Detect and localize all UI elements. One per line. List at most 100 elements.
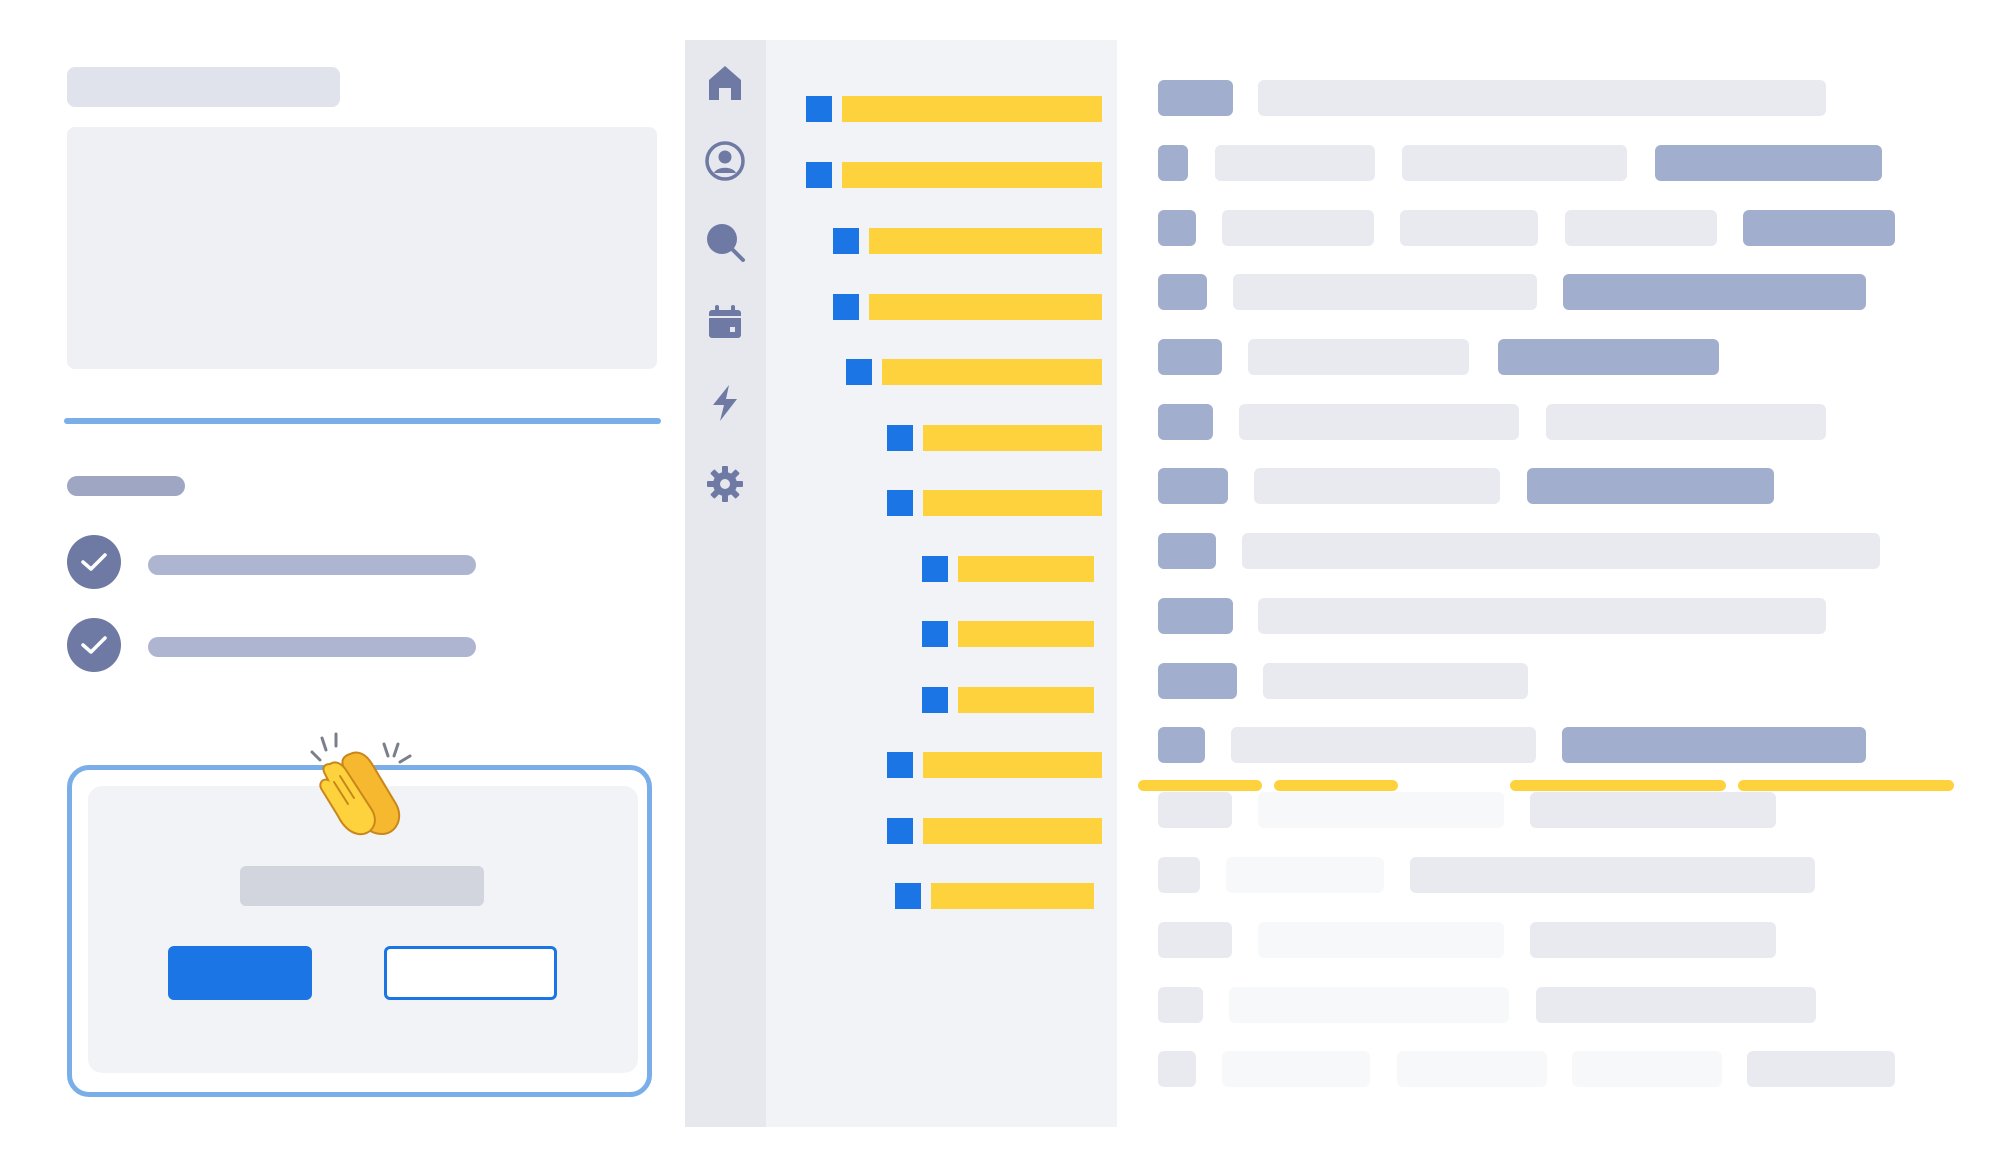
tree-node-icon[interactable] [895, 883, 921, 909]
highlight-bar [1274, 780, 1398, 791]
tree-node-icon[interactable] [922, 687, 948, 713]
table-cell-placeholder [1229, 987, 1509, 1023]
tree-node-label[interactable] [958, 556, 1094, 582]
home-icon[interactable] [700, 57, 750, 107]
illustration-canvas [0, 0, 2000, 1160]
tree-node-label[interactable] [923, 425, 1102, 451]
table-row-key-placeholder [1158, 792, 1232, 828]
check-icon[interactable] [67, 618, 121, 672]
tree-node-icon[interactable] [806, 96, 832, 122]
tree-node-icon[interactable] [833, 294, 859, 320]
table-cell-placeholder [1242, 533, 1880, 569]
table-cell-placeholder [1215, 145, 1375, 181]
table-row-key-placeholder [1158, 210, 1196, 246]
table-cell-placeholder [1233, 274, 1537, 310]
tree-node-icon[interactable] [887, 490, 913, 516]
gear-icon[interactable] [700, 459, 750, 509]
tree-node-label[interactable] [869, 294, 1102, 320]
highlight-bar [1138, 780, 1262, 791]
table-cell-placeholder [1248, 339, 1469, 375]
table-cell-placeholder [1222, 210, 1374, 246]
tree-node-icon[interactable] [846, 359, 872, 385]
tree-node-icon[interactable] [922, 621, 948, 647]
table-cell-placeholder [1572, 1051, 1722, 1087]
tree-node-icon[interactable] [922, 556, 948, 582]
panel-title-placeholder [67, 67, 340, 107]
table-cell-placeholder [1743, 210, 1895, 246]
tree-node-icon[interactable] [887, 818, 913, 844]
table-cell-placeholder [1258, 80, 1826, 116]
table-row-key-placeholder [1158, 663, 1237, 699]
table-row-key-placeholder [1158, 468, 1228, 504]
table-cell-placeholder [1254, 468, 1500, 504]
dialog-message-placeholder [240, 866, 484, 906]
table-cell-placeholder [1410, 857, 1815, 893]
table-cell-placeholder [1562, 727, 1866, 763]
table-cell-placeholder [1530, 792, 1776, 828]
tree-node-icon[interactable] [887, 425, 913, 451]
tree-node-label[interactable] [931, 883, 1094, 909]
highlight-bar [1510, 780, 1726, 791]
table-cell-placeholder [1536, 987, 1816, 1023]
table-row-key-placeholder [1158, 145, 1188, 181]
checklist-item-label [148, 555, 476, 575]
table-row-key-placeholder [1158, 404, 1213, 440]
tree-node-label[interactable] [923, 490, 1102, 516]
table-row-key-placeholder [1158, 857, 1200, 893]
tree-panel [766, 40, 1117, 1127]
table-row-key-placeholder [1158, 727, 1205, 763]
tree-node-label[interactable] [923, 818, 1102, 844]
table-cell-placeholder [1565, 210, 1717, 246]
table-cell-placeholder [1231, 727, 1536, 763]
cancel-button[interactable] [384, 946, 557, 1000]
tree-node-label[interactable] [958, 621, 1094, 647]
tree-node-icon[interactable] [806, 162, 832, 188]
table-cell-placeholder [1400, 210, 1538, 246]
table-cell-placeholder [1498, 339, 1719, 375]
table-row-key-placeholder [1158, 533, 1216, 569]
table-cell-placeholder [1258, 922, 1504, 958]
check-icon[interactable] [67, 535, 121, 589]
highlight-bar [1738, 780, 1954, 791]
table-cell-placeholder [1222, 1051, 1370, 1087]
table-cell-placeholder [1258, 792, 1504, 828]
table-cell-placeholder [1239, 404, 1519, 440]
tree-node-icon[interactable] [887, 752, 913, 778]
search-icon[interactable] [700, 217, 750, 267]
table-row-key-placeholder [1158, 339, 1222, 375]
progress-divider [64, 418, 661, 424]
lightning-icon[interactable] [700, 378, 750, 428]
table-cell-placeholder [1226, 857, 1384, 893]
table-cell-placeholder [1546, 404, 1826, 440]
tree-node-label[interactable] [882, 359, 1102, 385]
tree-node-icon[interactable] [833, 228, 859, 254]
table-row-key-placeholder [1158, 274, 1207, 310]
icon-sidebar [685, 40, 766, 1127]
tree-node-label[interactable] [958, 687, 1094, 713]
checklist-item-label [148, 637, 476, 657]
user-circle-icon[interactable] [700, 136, 750, 186]
table-cell-placeholder [1747, 1051, 1895, 1087]
table-row-key-placeholder [1158, 922, 1232, 958]
table-cell-placeholder [1530, 922, 1776, 958]
table-cell-placeholder [1563, 274, 1866, 310]
tree-node-label[interactable] [869, 228, 1102, 254]
table-cell-placeholder [1397, 1051, 1547, 1087]
tree-node-label[interactable] [842, 162, 1102, 188]
tree-node-label[interactable] [842, 96, 1102, 122]
clapping-hands-icon [300, 720, 440, 840]
table-cell-placeholder [1655, 145, 1882, 181]
table-row-key-placeholder [1158, 1051, 1196, 1087]
table-cell-placeholder [1263, 663, 1528, 699]
table-row-key-placeholder [1158, 598, 1233, 634]
section-heading-placeholder [67, 476, 185, 496]
tree-node-label[interactable] [923, 752, 1102, 778]
table-cell-placeholder [1258, 598, 1826, 634]
table-row-key-placeholder [1158, 80, 1233, 116]
table-cell-placeholder [1402, 145, 1627, 181]
table-cell-placeholder [1527, 468, 1774, 504]
confirm-button[interactable] [168, 946, 312, 1000]
content-card-placeholder [67, 127, 657, 369]
table-row-key-placeholder [1158, 987, 1203, 1023]
calendar-icon[interactable] [700, 297, 750, 347]
